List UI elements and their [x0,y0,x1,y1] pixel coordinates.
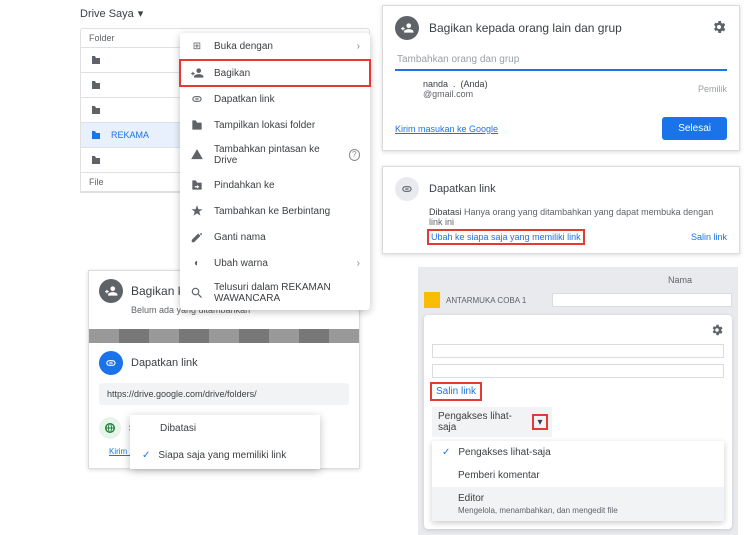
person-add-icon [190,66,204,80]
menu-change-color[interactable]: ◐Ubah warna› [180,250,370,276]
chevron-right-icon: › [357,258,360,269]
my-drive-breadcrumb[interactable]: Drive Saya ▾ [80,5,370,28]
star-icon [190,204,204,218]
get-link-title: Dapatkan link [429,183,496,195]
menu-add-shortcut[interactable]: Tambahkan pintasan ke Drive? [180,138,370,172]
redacted-bar [432,344,724,358]
user-name: nanda [423,79,448,89]
globe-icon [99,417,121,439]
folder-label: ANTARMUKA COBA 1 [446,296,526,305]
link-icon [99,351,123,375]
name-column-header: Nama [424,273,732,289]
menu-open-with[interactable]: ⊞Buka dengan› [180,33,370,59]
file-row[interactable]: ANTARMUKA COBA 1 [424,289,732,311]
role-viewer[interactable]: Pengakses lihat-saja [432,441,724,464]
person-add-icon [395,16,419,40]
chevron-down-icon: ▾ [138,7,144,20]
send-feedback-link[interactable]: Kirim masukan ke Google [395,124,498,134]
menu-search-within[interactable]: Telusuri dalam REKAMAN WAWANCARA [180,276,370,310]
user-row: nanda . (Anda)@gmail.com Pemilik [383,71,739,107]
open-with-icon: ⊞ [190,39,204,53]
role-menu: Pengakses lihat-saja Pemberi komentar Ed… [432,441,724,521]
rename-icon [190,230,204,244]
help-icon[interactable]: ? [349,149,360,161]
change-to-anyone-link[interactable]: Ubah ke siapa saja yang memiliki link [429,231,583,243]
menu-move-to[interactable]: Pindahkan ke [180,172,370,198]
role-dropdown[interactable]: Pengakses lihat-saja▾ [432,407,552,437]
link-url-box[interactable]: https://drive.google.com/drive/folders/ [99,383,349,405]
drive-shortcut-icon [190,148,204,162]
menu-show-location[interactable]: Tampilkan lokasi folder [180,112,370,138]
move-icon [190,178,204,192]
get-link-title: Dapatkan link [131,357,198,369]
drive-title-text: Drive Saya [80,8,134,20]
chevron-right-icon: › [357,41,360,52]
search-icon [190,286,204,300]
person-add-icon [99,279,123,303]
menu-share[interactable]: Bagikan [180,60,370,86]
settings-button[interactable] [711,19,727,38]
option-anyone-with-link[interactable]: Siapa saja yang memiliki link [130,442,320,469]
role-editor[interactable]: EditorMengelola, menambahkan, dan menged… [432,487,724,521]
you-label: (Anda) [461,79,488,89]
access-dropdown-menu: Dibatasi Siapa saja yang memiliki link [130,415,320,469]
settings-button[interactable] [710,323,724,340]
menu-get-link[interactable]: Dapatkan link [180,86,370,112]
add-people-input[interactable]: Tambahkan orang dan grup [395,50,727,71]
copy-link-button[interactable]: Salin link [691,232,727,242]
context-menu: ⊞Buka dengan› Bagikan Dapatkan link Tamp… [180,33,370,310]
decorative-bar [89,329,359,343]
redacted-bar [432,364,724,378]
option-restricted[interactable]: Dibatasi [130,415,320,442]
folder-open-icon [190,118,204,132]
user-email: @gmail.com [423,89,473,99]
role-commenter[interactable]: Pemberi komentar [432,464,724,487]
palette-icon: ◐ [190,256,204,270]
chevron-down-icon: ▾ [534,416,546,428]
link-icon [190,92,204,106]
owner-label: Pemilik [698,84,727,94]
menu-rename[interactable]: Ganti nama [180,224,370,250]
share-dialog-title: Bagikan kepada orang lain dan grup [429,21,622,35]
done-button[interactable]: Selesai [662,117,727,140]
folder-name: REKAMA [111,130,149,140]
copy-link-button[interactable]: Salin link [432,384,480,399]
link-icon [395,177,419,201]
menu-add-star[interactable]: Tambahkan ke Berbintang [180,198,370,224]
restriction-text: Dibatasi Hanya orang yang ditambahkan ya… [429,207,727,227]
